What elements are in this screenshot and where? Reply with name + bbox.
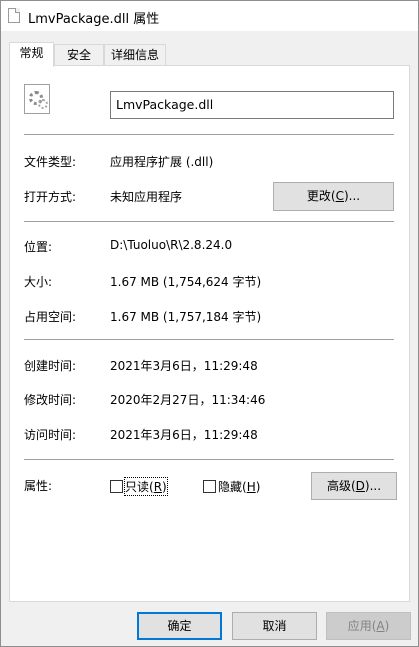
apply-button[interactable]: 应用(A) [326,612,411,640]
hidden-suffix: ) [255,480,261,494]
accessed-value: 2021年3月6日，11:29:48 [110,428,258,442]
change-button-suffix: )... [343,189,361,203]
change-button[interactable]: 更改(C)... [273,182,394,211]
apply-button-key: A [376,619,385,633]
size-value: 1.67 MB (1,754,624 字节) [110,275,262,289]
tab-security[interactable]: 安全 [54,44,104,65]
separator [24,134,394,135]
dll-file-icon [8,8,20,23]
ok-button[interactable]: 确定 [137,612,222,640]
open-with-value: 未知应用程序 [110,190,183,204]
change-button-text: 更改( [306,189,336,203]
title-bar[interactable]: LmvPackage.dll 属性 [1,1,418,31]
tab-details[interactable]: 详细信息 [104,44,166,65]
open-with-label: 打开方式: [24,190,77,204]
modified-value: 2020年2月27日，11:34:46 [110,393,266,407]
tab-general[interactable]: 常规 [9,42,54,67]
separator [24,459,394,460]
separator [24,221,394,222]
change-button-key: C [335,189,344,203]
advanced-button[interactable]: 高级(D)... [311,472,397,500]
created-label: 创建时间: [24,359,77,373]
dll-file-icon [24,84,50,114]
file-type-value: 应用程序扩展 (.dll) [110,155,214,169]
readonly-label[interactable]: 只读(R) [124,477,168,496]
file-type-label: 文件类型: [24,155,77,169]
readonly-checkbox[interactable] [110,480,123,493]
size-label: 大小: [24,275,53,289]
attributes-label: 属性: [24,479,53,493]
created-value: 2021年3月6日，11:29:48 [110,359,258,373]
size-on-disk-value: 1.67 MB (1,757,184 字节) [110,310,262,324]
readonly-text: 只读( [125,480,154,494]
size-on-disk-label: 占用空间: [24,310,77,324]
hidden-checkbox[interactable] [203,480,216,493]
general-panel: LmvPackage.dll 文件类型: 应用程序扩展 (.dll) 打开方式:… [9,65,410,602]
advanced-button-suffix: )... [364,479,382,493]
location-label: 位置: [24,240,53,254]
gear-icon [38,99,48,109]
readonly-key: R [153,480,163,494]
advanced-button-key: D [355,479,365,493]
readonly-suffix: ) [162,480,167,494]
properties-dialog: LmvPackage.dll 属性 常规 安全 详细信息 LmvPackage.… [0,0,419,647]
apply-button-suffix: ) [384,619,390,633]
hidden-label[interactable]: 隐藏(H) [218,478,260,495]
accessed-label: 访问时间: [24,428,77,442]
apply-button-text: 应用( [347,619,377,633]
location-value: D:\Tuoluo\R\2.8.24.0 [110,238,233,252]
hidden-text: 隐藏( [218,480,247,494]
cancel-button[interactable]: 取消 [232,612,317,640]
hidden-key: H [246,480,256,494]
file-name-field[interactable]: LmvPackage.dll [110,91,394,119]
separator [24,339,394,340]
window-title: LmvPackage.dll 属性 [28,12,160,27]
modified-label: 修改时间: [24,393,77,407]
advanced-button-text: 高级( [326,479,356,493]
